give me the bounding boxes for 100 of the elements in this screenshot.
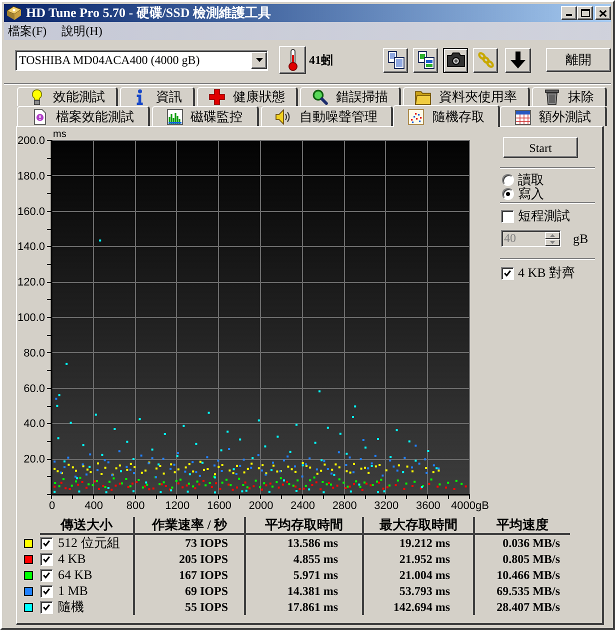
tab[interactable]: 自動噪聲管理	[260, 106, 394, 126]
radio-button[interactable]	[502, 174, 514, 186]
menu-item[interactable]: 檔案(F)	[4, 22, 51, 40]
column-header: 傳送大小	[40, 517, 133, 535]
checkbox[interactable]	[40, 536, 53, 550]
close-button[interactable]	[595, 6, 611, 20]
y-tick-label: 20.0	[24, 454, 45, 466]
caret-down-icon	[256, 58, 262, 62]
start-button[interactable]: Start	[503, 137, 578, 158]
radio-button[interactable]	[502, 188, 514, 200]
tab[interactable]: 隨機存取	[393, 105, 500, 127]
lightbulb-icon	[29, 89, 45, 105]
table-cell: 21.004 ms	[362, 567, 473, 583]
radio-label[interactable]: 寫入	[518, 187, 544, 201]
checkbox[interactable]	[40, 584, 53, 598]
checkbox[interactable]	[40, 552, 53, 566]
tab[interactable]: 資料夾使用率	[403, 87, 530, 106]
y-tick-label: 100.0	[17, 312, 45, 324]
unit-label: gB	[573, 230, 588, 248]
radio-label[interactable]: 讀取	[518, 173, 544, 187]
checkbox[interactable]	[501, 210, 514, 222]
y-tick-label: 60.0	[24, 382, 45, 395]
drive-dropdown[interactable]: TOSHIBA MD04ACA400 (4000 gB)	[15, 50, 268, 70]
x-tick-label: 4000gB	[451, 500, 489, 512]
x-tick-label: 800	[126, 500, 145, 512]
table-cell: 21.952 ms	[362, 551, 473, 567]
x-tick-label: 2800	[332, 500, 357, 512]
transfer-size-label: 64 KB	[58, 566, 92, 584]
tab[interactable]: 抹除	[532, 87, 607, 106]
x-tick-label: 1200	[165, 500, 190, 512]
thermometer-icon	[288, 49, 298, 71]
dropdown-button[interactable]	[251, 52, 267, 68]
table-cell: 28.407 MB/s	[473, 599, 570, 615]
checkbox[interactable]	[40, 568, 53, 582]
tab[interactable]: 磁碟監控	[152, 106, 259, 126]
table-cell: 19.212 ms	[362, 535, 473, 551]
column-header: 平均速度	[473, 517, 570, 535]
trash-icon	[544, 89, 560, 105]
maximize-button[interactable]	[577, 6, 593, 20]
temperature-reading: 41蚓	[309, 52, 333, 69]
checkbox[interactable]	[501, 266, 514, 280]
caret-up-icon	[550, 234, 555, 236]
cube-icon	[6, 5, 22, 21]
minimize-button[interactable]	[561, 6, 577, 20]
x-tick-label: 3200	[374, 500, 399, 512]
magnifier-icon	[312, 89, 328, 105]
checkbox[interactable]	[40, 600, 53, 614]
table-cell: 55 IOPS	[133, 599, 244, 615]
tab[interactable]: 效能測試	[17, 87, 118, 106]
tab[interactable]: 健康狀態	[197, 87, 298, 106]
checkbox-label[interactable]: 短程測試	[518, 206, 570, 226]
table-cell: 17.861 ms	[244, 599, 362, 615]
table-cell: 5.971 ms	[244, 567, 362, 583]
caret-down-icon	[550, 240, 555, 244]
tab[interactable]: 檔案效能測試	[17, 106, 150, 126]
cross-icon	[209, 89, 225, 105]
documents-icon	[386, 51, 404, 69]
x-tick-label: 2400	[290, 500, 316, 512]
column-header: 最大存取時間	[362, 517, 473, 535]
checkbox-label[interactable]: 4 KB 對齊	[518, 263, 576, 283]
tab[interactable]: 錯誤掃描	[300, 87, 401, 106]
axis-unit-label: ms	[53, 129, 66, 140]
transfer-size-label: 1 MB	[58, 582, 88, 600]
menu-item[interactable]: 說明(H)	[58, 22, 106, 40]
y-tick-label: 120.0	[17, 276, 45, 289]
check-icon	[43, 604, 50, 610]
table-cell: 167 IOPS	[133, 567, 244, 583]
toolbar-button[interactable]	[443, 48, 468, 72]
x-tick-label: 3600	[416, 500, 440, 512]
column-header: 作業速率 / 秒	[133, 517, 244, 535]
y-tick-label: 80.0	[24, 347, 45, 360]
table-cell: 14.381 ms	[244, 583, 362, 599]
check-icon	[43, 588, 50, 594]
minimize-icon	[566, 14, 572, 16]
window-title: HD Tune Pro 5.70 - 硬碟/SSD 檢測維護工具	[26, 5, 271, 21]
table-cell: 73 IOPS	[133, 535, 244, 551]
check-icon	[43, 556, 50, 562]
y-tick-label: 140.0	[17, 241, 45, 254]
x-tick-label: 400	[84, 500, 103, 512]
maximize-icon	[580, 9, 590, 17]
transfer-size-label: 隨機	[58, 598, 84, 616]
tab[interactable]: 資訊	[120, 87, 195, 106]
tab[interactable]: 額外測試	[500, 106, 607, 126]
y-tick-label: 180.0	[17, 170, 45, 182]
table-cell: 0.036 MB/s	[473, 535, 570, 551]
table-cell: 0.805 MB/s	[473, 551, 570, 567]
transfer-size-label: 4 KB	[58, 550, 86, 568]
table-cell: 205 IOPS	[133, 551, 244, 567]
table-cell: 10.466 MB/s	[473, 567, 570, 583]
scatter-plot-icon	[408, 108, 424, 124]
check-icon	[43, 572, 50, 578]
speaker-icon	[275, 108, 292, 124]
temperature-button[interactable]	[279, 46, 306, 74]
exit-button[interactable]: 離開	[546, 48, 611, 72]
camera-icon	[446, 51, 464, 69]
y-tick-label: 200.0	[17, 135, 45, 147]
table-cell: 69 IOPS	[133, 583, 244, 599]
column-header: 平均存取時間	[244, 517, 362, 535]
table-cell: 53.793 ms	[362, 583, 473, 599]
x-tick-label: 1600	[206, 500, 232, 512]
